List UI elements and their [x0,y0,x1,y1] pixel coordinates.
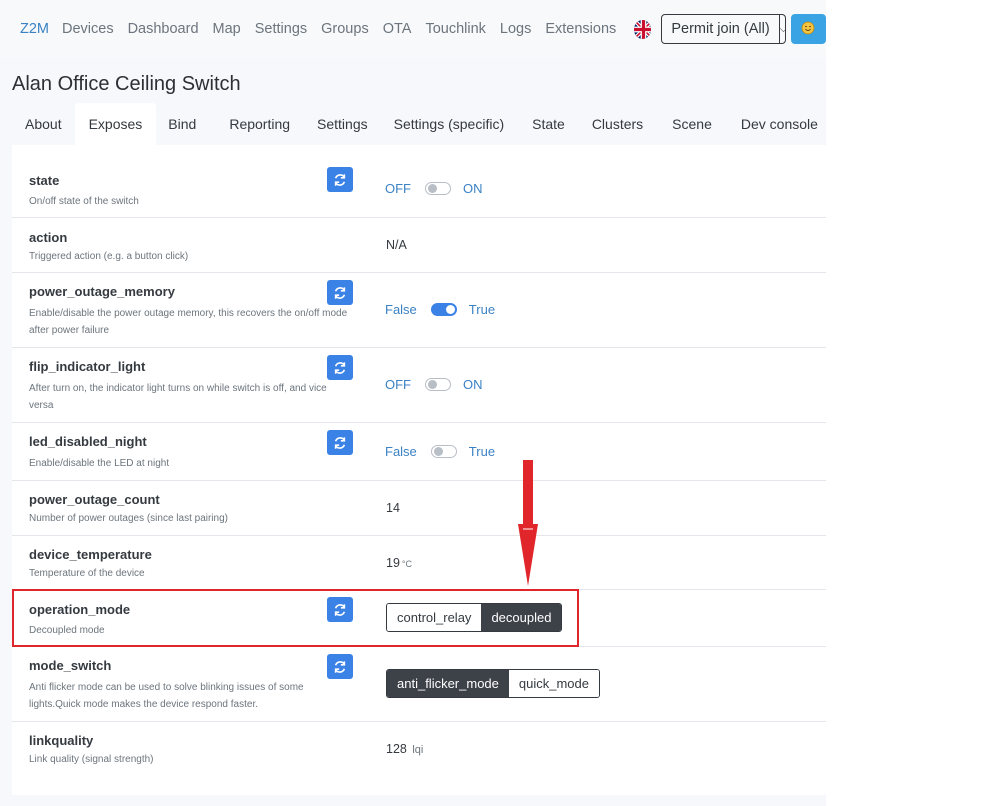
false-label[interactable]: False [385,302,417,317]
led-disabled-night-toggle[interactable]: False True [385,444,495,459]
smiley-icon [801,21,815,38]
temperature-number: 19 [386,556,400,570]
refresh-button[interactable] [327,355,353,380]
chevron-down-icon[interactable]: ⌵ [778,15,785,43]
tab-reporting[interactable]: Reporting [216,103,304,145]
nav-dashboard[interactable]: Dashboard [128,21,199,37]
refresh-button[interactable] [327,430,353,455]
refresh-button[interactable] [327,280,353,305]
refresh-icon [334,436,346,449]
option-anti-flicker-mode[interactable]: anti_flicker_mode [387,670,509,697]
tab-dev-console[interactable]: Dev console [728,103,831,145]
top-navbar: Z2M Devices Dashboard Map Settings Group… [0,0,826,58]
permit-join-button[interactable]: Permit join (All) ⌵ [661,14,786,44]
device-tabs: About Exposes Bind Reporting Settings Se… [12,103,831,145]
uk-flag-icon[interactable] [634,19,652,39]
linkquality-number: 128 [386,742,407,756]
on-label[interactable]: ON [463,377,483,392]
nav-ota[interactable]: OTA [383,21,412,37]
expose-description: Number of power outages (since last pair… [29,513,228,524]
expose-name: mode_switch [29,658,112,673]
expose-name: state [29,173,60,188]
expose-name: power_outage_count [29,492,160,507]
true-label[interactable]: True [469,302,495,317]
expose-name: led_disabled_night [29,434,147,449]
expose-row-device-temperature: device_temperature Temperature of the de… [12,536,826,590]
expose-description: Anti flicker mode can be used to solve b… [29,682,304,710]
expose-description: Triggered action (e.g. a button click) [29,251,189,262]
linkquality-unit: lqi [412,744,424,756]
state-switch[interactable] [425,182,451,195]
expose-row-state: state On/off state of the switch OFF ON [12,163,826,218]
page-title: Alan Office Ceiling Switch [12,73,241,95]
expose-name: linkquality [29,733,94,748]
expose-row-linkquality: linkquality Link quality (signal strengt… [12,722,826,777]
power-outage-count-value: 14 [386,501,400,515]
nav-devices[interactable]: Devices [62,21,114,37]
expose-row-action: action Triggered action (e.g. a button c… [12,218,826,273]
expose-description: After turn on, the indicator light turns… [29,383,327,411]
expose-row-led-disabled-night: led_disabled_night Enable/disable the LE… [12,423,826,481]
option-quick-mode[interactable]: quick_mode [508,670,599,697]
theme-toggle-button[interactable] [790,14,826,44]
nav-groups[interactable]: Groups [321,21,369,37]
tab-bind[interactable]: Bind [156,103,216,145]
expose-description: On/off state of the switch [29,196,139,207]
red-arrow-annotation [518,460,538,586]
expose-row-power-outage-count: power_outage_count Number of power outag… [12,481,826,536]
expose-name: power_outage_memory [29,284,175,299]
tab-exposes[interactable]: Exposes [74,103,157,145]
nav-logs[interactable]: Logs [500,21,531,37]
flip-indicator-light-toggle[interactable]: OFF ON [385,377,483,392]
tab-settings[interactable]: Settings [304,103,381,145]
refresh-icon [334,173,346,186]
action-value: N/A [386,238,407,252]
highlight-box [12,589,579,647]
permit-join-label[interactable]: Permit join (All) [662,15,778,43]
false-label[interactable]: False [385,444,417,459]
nav-touchlink[interactable]: Touchlink [425,21,485,37]
off-label[interactable]: OFF [385,377,411,392]
refresh-icon [334,361,346,374]
linkquality-value: 128 lqi [386,742,423,756]
tab-state[interactable]: State [517,103,579,145]
device-temperature-value: 19 °C [386,556,412,570]
power-outage-memory-switch[interactable] [430,303,457,316]
expose-name: device_temperature [29,547,152,562]
expose-description: Enable/disable the power outage memory, … [29,308,348,336]
expose-description: Link quality (signal strength) [29,754,154,765]
temperature-unit: °C [401,559,413,569]
state-toggle[interactable]: OFF ON [385,181,483,196]
nav-settings[interactable]: Settings [255,21,307,37]
refresh-button[interactable] [327,167,353,192]
tab-settings-specific[interactable]: Settings (specific) [381,103,517,145]
on-label[interactable]: ON [463,181,483,196]
expose-name: action [29,230,68,245]
refresh-icon [334,660,346,673]
flip-indicator-light-switch[interactable] [425,378,451,391]
led-disabled-night-switch[interactable] [430,445,457,458]
expose-row-flip-indicator-light: flip_indicator_light After turn on, the … [12,348,826,423]
nav-extensions[interactable]: Extensions [545,21,616,37]
true-label[interactable]: True [469,444,495,459]
refresh-icon [334,286,346,299]
expose-description: Temperature of the device [29,568,145,579]
refresh-button[interactable] [327,654,353,679]
tab-clusters[interactable]: Clusters [579,103,659,145]
mode-switch-selector: anti_flicker_mode quick_mode [386,669,600,698]
tab-about[interactable]: About [12,103,75,145]
power-outage-memory-toggle[interactable]: False True [385,302,495,317]
nav-map[interactable]: Map [213,21,241,37]
tab-scene[interactable]: Scene [659,103,728,145]
off-label[interactable]: OFF [385,181,411,196]
expose-description: Enable/disable the LED at night [29,458,170,469]
expose-row-mode-switch: mode_switch Anti flicker mode can be use… [12,647,826,722]
expose-name: flip_indicator_light [29,359,146,374]
brand-link[interactable]: Z2M [20,21,49,37]
expose-row-power-outage-memory: power_outage_memory Enable/disable the p… [12,273,826,348]
